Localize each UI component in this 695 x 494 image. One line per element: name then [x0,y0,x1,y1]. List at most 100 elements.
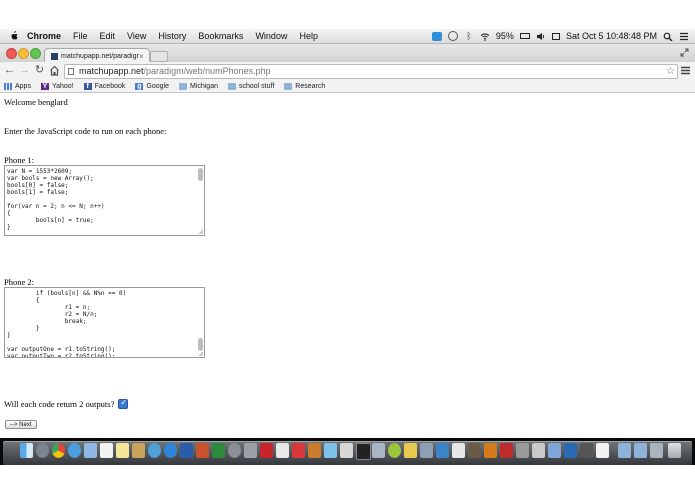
fullscreen-icon[interactable] [680,48,689,57]
forward-icon[interactable]: → [19,65,30,76]
notification-center-icon[interactable] [679,32,689,41]
back-icon[interactable]: ← [4,65,15,76]
stack-icon[interactable] [650,443,663,458]
music-icon[interactable] [452,443,465,458]
launchpad-icon[interactable] [36,443,49,458]
wifi-icon[interactable] [480,32,490,41]
battery-percent: 95% [495,31,514,41]
menu-bookmarks[interactable]: Bookmarks [198,31,243,41]
book-icon[interactable] [308,443,321,458]
dictionary-icon[interactable] [468,443,481,458]
volume-icon[interactable] [536,32,546,41]
image-icon[interactable] [420,443,433,458]
time-machine-icon[interactable] [447,31,458,41]
bookmark-google[interactable]: g Google [135,82,169,90]
x11-icon[interactable] [580,443,593,458]
clock[interactable]: Sat Oct 5 10:48:48 PM [566,31,657,41]
itunes-icon[interactable] [148,443,161,458]
display-icon[interactable] [551,32,560,40]
resize-grip-icon[interactable] [198,351,203,356]
notes-icon[interactable] [116,443,129,458]
tab-close-icon[interactable]: × [139,52,144,61]
close-window-icon[interactable] [6,48,17,59]
home-icon[interactable] [49,65,60,76]
bookmark-apps[interactable]: Apps [4,82,31,90]
bookmark-yahoo[interactable]: Y Yahoo! [40,82,74,90]
phone-2-code-textarea[interactable]: if (bools[n] && N%n == 0) { r1 = n; r2 =… [4,287,205,358]
address-bar[interactable]: matchupapp.net/paradigm/web/numPhones.ph… [64,64,678,79]
page-content: Welcome benglard Enter the JavaScript co… [0,93,695,438]
zoom-window-icon[interactable] [30,48,41,59]
yahoo-icon: Y [40,82,49,90]
virtualbox-icon[interactable] [564,443,577,458]
android-icon[interactable] [388,443,401,458]
sync-icon[interactable] [431,31,442,41]
browser-tab-strip: matchupapp.net/paradigm × [0,44,695,63]
downloads-folder-icon[interactable] [618,443,631,458]
tab-title: matchupapp.net/paradigm [61,52,139,60]
pdf-icon[interactable] [292,443,305,458]
word-icon[interactable] [180,443,193,458]
search-icon[interactable] [663,32,673,41]
chrome-icon[interactable] [52,443,65,458]
documents-folder-icon[interactable] [634,443,647,458]
powerpoint-icon[interactable] [196,443,209,458]
drive-icon[interactable] [532,443,545,458]
star-icon[interactable]: ☆ [666,65,675,78]
bookmark-label: Google [146,82,169,90]
finder-icon[interactable] [20,443,33,458]
trash-icon[interactable] [668,443,681,458]
safari-icon[interactable] [68,443,81,458]
phone-1-code-textarea[interactable]: var N = 1553*2609; var bools = new Array… [4,165,205,236]
folder-dock-icon[interactable] [548,443,561,458]
menu-icon[interactable] [681,66,690,75]
vc-icon[interactable] [596,443,609,458]
scrollbar-thumb[interactable] [198,168,203,181]
mail-icon[interactable] [84,443,97,458]
new-tab-button[interactable] [150,51,168,62]
resize-grip-icon[interactable] [198,229,203,234]
document-icon[interactable] [276,443,289,458]
bookmark-folder-research[interactable]: Research [284,82,325,90]
window-icon[interactable] [372,443,385,458]
battery-icon[interactable] [519,33,530,39]
two-outputs-checkbox[interactable]: ✓ [118,398,129,409]
apple-icon[interactable] [9,31,19,41]
minimize-window-icon[interactable] [18,48,29,59]
bookmark-facebook[interactable]: f Facebook [83,82,125,90]
box-icon[interactable] [340,443,353,458]
tab-active[interactable]: matchupapp.net/paradigm × [44,48,150,63]
excel-icon[interactable] [212,443,225,458]
menu-help[interactable]: Help [299,31,318,41]
app-store-icon[interactable] [164,443,177,458]
folder-icon [284,82,293,90]
bluetooth-icon[interactable]: ᛒ [464,31,474,41]
acrobat-icon[interactable] [260,443,273,458]
tool-icon[interactable] [516,443,529,458]
bookmark-folder-michigan[interactable]: Michigan [178,82,218,90]
menu-view[interactable]: View [127,31,146,41]
media-icon[interactable] [484,443,497,458]
xcode-icon[interactable] [436,443,449,458]
next-button[interactable]: --> Next [5,420,37,429]
system-preferences-icon[interactable] [228,443,241,458]
calendar-icon[interactable] [100,443,113,458]
bookmark-label: Apps [15,82,31,90]
utility-icon[interactable] [244,443,257,458]
menu-window[interactable]: Window [255,31,287,41]
menu-file[interactable]: File [73,31,88,41]
menu-edit[interactable]: Edit [100,31,116,41]
reload-icon[interactable]: ↻ [34,65,45,76]
app-icon[interactable] [324,443,337,458]
terminal-icon[interactable] [356,443,371,460]
scrollbar-thumb[interactable] [198,338,203,351]
bookmark-label: Yahoo! [51,82,74,90]
photo-icon[interactable] [132,443,145,458]
bookmark-folder-school-stuff[interactable]: school stuff [227,82,274,90]
stickies-icon[interactable] [404,443,417,458]
phone-1-label: Phone 1: [4,155,34,165]
filezilla-icon[interactable] [500,443,513,458]
phone-2-code: if (bools[n] && N%n == 0) { r1 = n; r2 =… [7,290,127,358]
menu-app-name[interactable]: Chrome [27,31,61,41]
menu-history[interactable]: History [158,31,186,41]
